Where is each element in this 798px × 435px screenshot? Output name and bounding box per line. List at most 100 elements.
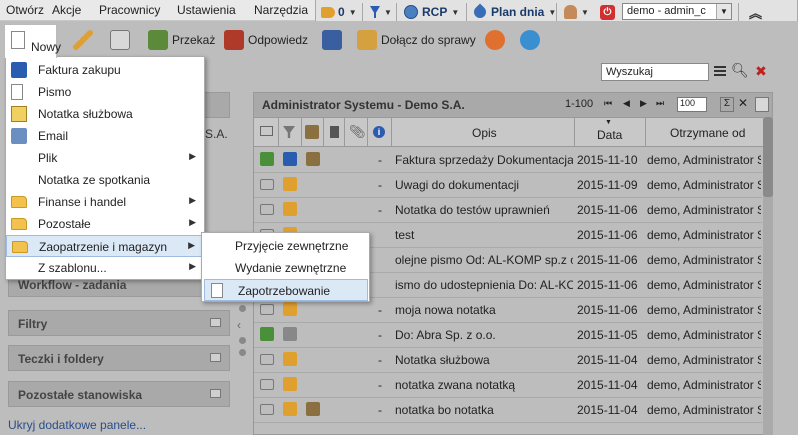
dolacz-do-sprawy-button[interactable]: Dołącz do sprawy: [357, 29, 476, 51]
envelope-icon: [260, 304, 274, 315]
nowy-button[interactable]: Nowy: [4, 24, 61, 58]
collapse-left-icon[interactable]: ‹: [237, 318, 241, 332]
row-opis: notatka bo notatka: [395, 403, 494, 417]
last-page-icon[interactable]: ⏭: [656, 98, 664, 109]
info-col-icon[interactable]: i: [373, 126, 385, 138]
submenu-item[interactable]: Wydanie zewnętrzne: [202, 257, 369, 279]
logout-button[interactable]: ⏻: [600, 4, 615, 20]
page-size-select[interactable]: 100: [677, 97, 707, 112]
przekaz-label: Przekaż: [172, 33, 216, 47]
note-icon: [283, 402, 297, 416]
menu-otworz[interactable]: Otwórz: [6, 3, 44, 17]
table-row[interactable]: - notatka bo notatka 2015-11-04 demo, Admin…: [254, 397, 762, 423]
column-data[interactable]: Data: [597, 128, 622, 142]
collapse-button[interactable]: ︽: [749, 4, 762, 21]
menu-item-finanse-i-handel[interactable]: Finanse i handel ▶: [6, 191, 204, 213]
menu-item-faktura-zakupu[interactable]: Faktura zakupu: [6, 59, 204, 81]
menu-item-pismo[interactable]: Pismo: [6, 81, 204, 103]
envelope-icon: [260, 327, 274, 341]
menu-narzedzia[interactable]: Narzędzia: [254, 3, 308, 17]
hide-panels-link[interactable]: Ukryj dodatkowe panele...: [8, 418, 146, 432]
main-toolbar: Przekaż Odpowiedz Dołącz do sprawy: [0, 21, 798, 57]
user-menu-button[interactable]: ▼: [564, 4, 589, 20]
case-icon: [306, 152, 320, 166]
sort-desc-icon: ▼: [605, 119, 612, 126]
table-row[interactable]: - Uwagi do dokumentacji 2015-11-09 demo, Ad…: [254, 172, 762, 198]
row-data: 2015-11-04: [577, 403, 638, 417]
table-row[interactable]: - Notatka do testów uprawnień 2015-11-06 de…: [254, 197, 762, 223]
settings-icon[interactable]: [755, 97, 769, 112]
note-icon: [11, 106, 27, 122]
menu-akcje[interactable]: Akcje: [52, 3, 81, 17]
nowy-label: Nowy: [31, 40, 62, 54]
menu-item-z-szablonu[interactable]: Z szablonu... ▶: [6, 257, 204, 279]
edit-button[interactable]: [73, 29, 93, 51]
refresh-button[interactable]: [520, 29, 540, 51]
chevron-down-icon: ▼: [451, 7, 460, 17]
tools-icon[interactable]: ✕: [738, 96, 748, 110]
column-otrzymane-od[interactable]: Otrzymane od: [670, 126, 745, 140]
rcp-button[interactable]: RCP ▼: [404, 4, 459, 20]
odpowiedz-button[interactable]: Odpowiedz: [224, 29, 308, 51]
menu-item-plik[interactable]: Plik ▶: [6, 147, 204, 169]
first-page-icon[interactable]: ⏮: [604, 98, 612, 109]
next-page-icon[interactable]: ▶: [640, 98, 647, 109]
filter-button[interactable]: ▼: [370, 4, 392, 20]
row-data: 2015-11-06: [577, 203, 638, 217]
user-select[interactable]: demo - admin_c ▼: [622, 3, 732, 20]
filter-list-icon[interactable]: [711, 63, 729, 81]
search-icon[interactable]: 🔍︎: [731, 62, 749, 80]
filter-col-icon[interactable]: [283, 126, 295, 138]
menu-ustawienia[interactable]: Ustawienia: [177, 3, 236, 17]
menu-pracownicy[interactable]: Pracownicy: [99, 3, 160, 17]
panel-pozostale-stanowiska[interactable]: Pozostałe stanowiska: [8, 381, 230, 407]
submenu-item[interactable]: Przyjęcie zewnętrzne: [202, 235, 369, 257]
archive-col-icon[interactable]: [330, 126, 339, 138]
prev-page-icon[interactable]: ◀: [623, 98, 630, 109]
menu-item-notatka-służbowa[interactable]: Notatka służbowa: [6, 103, 204, 125]
table-row[interactable]: - notatka zwana notatką 2015-11-04 demo, Ad…: [254, 372, 762, 398]
table-row[interactable]: -Faktura sprzedaży Dokumentacja pro 2015-…: [254, 147, 762, 173]
menu-item-zaopatrzenie-i-magazyn[interactable]: Zaopatrzenie i magazyn ▶: [6, 235, 204, 257]
row-data: 2015-11-06: [577, 253, 638, 267]
menu-item-pozostałe[interactable]: Pozostałe ▶: [6, 213, 204, 235]
add-to-case-button[interactable]: [322, 29, 342, 51]
menu-item-label: Pismo: [38, 85, 72, 99]
submenu-item-label: Przyjęcie zewnętrzne: [235, 239, 349, 253]
plan-dnia-button[interactable]: Plan dnia ▼: [471, 3, 556, 21]
menu-item-label: Pozostałe: [38, 217, 91, 231]
panel-teczki-i-foldery[interactable]: Teczki i foldery: [8, 345, 230, 371]
submenu-item[interactable]: Zapotrzebowanie: [204, 279, 368, 301]
folder-icon: [11, 218, 27, 230]
row-otrzymane-od: demo, Administrator Sys: [647, 403, 761, 417]
scan-button[interactable]: [110, 29, 130, 51]
table-row[interactable]: - Do: Abra Sp. z o.o. 2015-11-05 demo, Admi…: [254, 322, 762, 348]
table-row[interactable]: - Notatka służbowa 2015-11-04 demo, Adminis…: [254, 347, 762, 373]
minimize-icon[interactable]: [210, 318, 221, 327]
minimize-icon[interactable]: [210, 389, 221, 398]
attachment-col-icon[interactable]: 📎︎: [349, 124, 366, 140]
rcp-label: RCP: [422, 5, 448, 19]
plan-dnia-label: Plan dnia: [491, 5, 545, 19]
palette-icon: [485, 30, 505, 50]
envelope-col-icon[interactable]: [260, 126, 273, 136]
chevron-right-icon: ▶: [189, 217, 196, 227]
row-dash: -: [378, 203, 382, 217]
minimize-icon[interactable]: [210, 353, 221, 362]
grid-scrollbar[interactable]: [763, 117, 773, 435]
scrollbar-thumb[interactable]: [763, 117, 773, 197]
color-button[interactable]: [485, 29, 505, 51]
submenu-item-label: Zapotrzebowanie: [238, 284, 331, 298]
sigma-icon[interactable]: Σ: [720, 97, 734, 112]
menu-item-notatka-ze-spotkania[interactable]: Notatka ze spotkania: [6, 169, 204, 191]
search-input[interactable]: Wyszukaj: [601, 63, 709, 81]
chevron-right-icon: ▶: [189, 151, 196, 161]
przekaz-button[interactable]: Przekaż: [148, 29, 215, 51]
zaopatrzenie-submenu: Przyjęcie zewnętrzne Wydanie zewnętrzne Za…: [201, 232, 370, 302]
notifications-button[interactable]: 0 ▼: [321, 4, 357, 20]
panel-filtry[interactable]: Filtry: [8, 310, 230, 336]
column-opis[interactable]: Opis: [472, 126, 497, 140]
clear-search-icon[interactable]: ✖: [753, 63, 769, 79]
case-col-icon[interactable]: [305, 125, 319, 139]
menu-item-email[interactable]: Email: [6, 125, 204, 147]
